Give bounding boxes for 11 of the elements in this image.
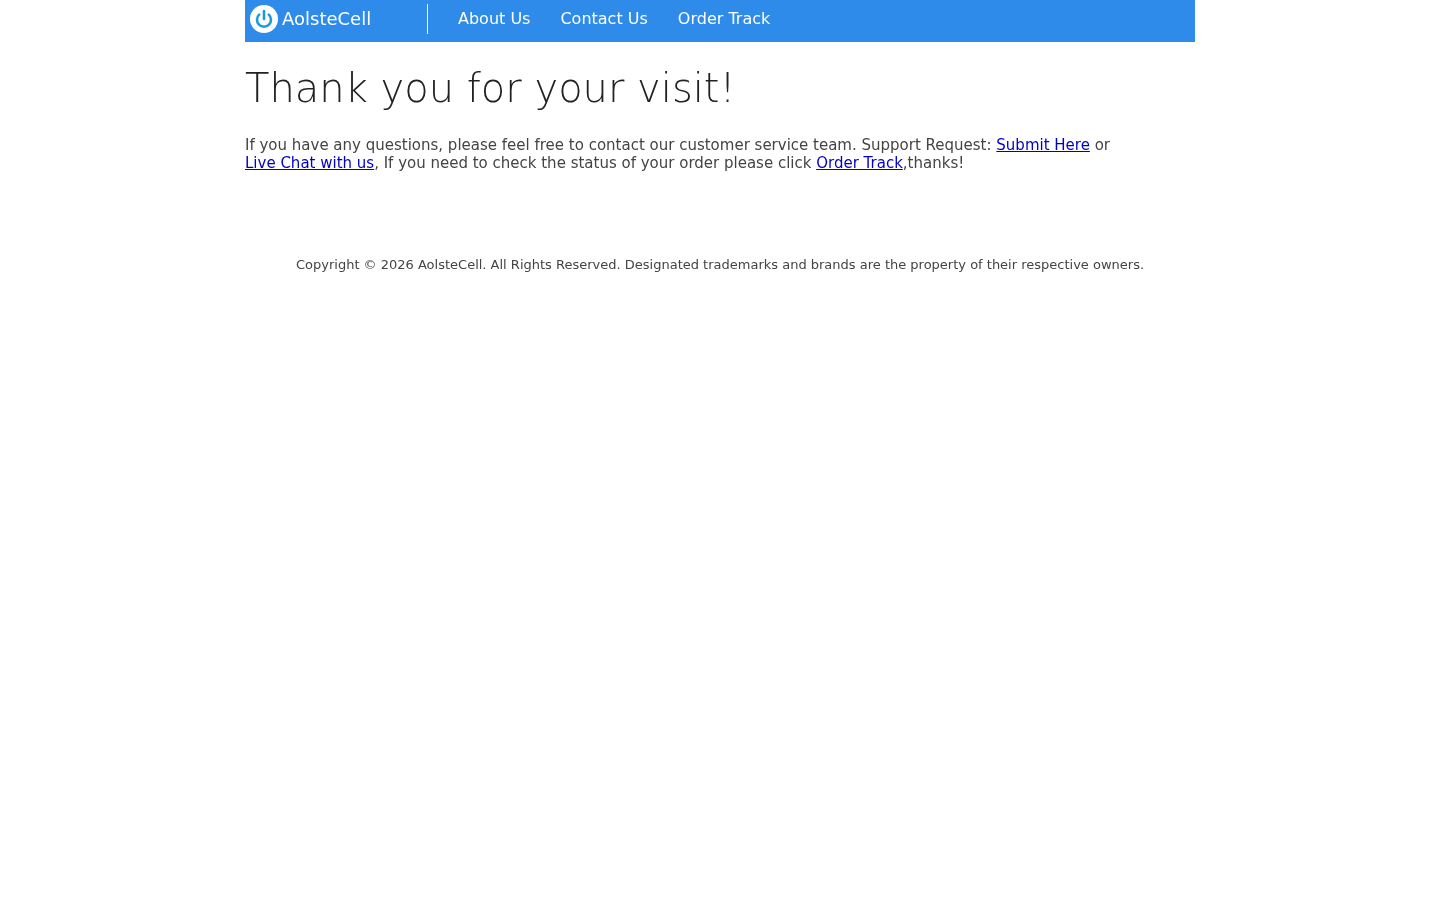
support-message: If you have any questions, please feel free to contact our customer service team. Support Request: Submit Here or Live Chat with us, If you need to check the status of your order please click Order Track,thanks! <box>245 136 1111 172</box>
brand-logo-link[interactable]: AolsteCell <box>250 5 372 33</box>
copyright-notice: Copyright © 2026 AolsteCell. All Rights Reserved. Designated trademarks and brands are the property of their respective owners. <box>294 256 1146 273</box>
power-logo-icon <box>250 5 278 33</box>
nav-link[interactable]: Order Track <box>662 9 786 29</box>
page-heading: Thank you for your visit! <box>245 64 737 112</box>
nav-link[interactable]: Contact Us <box>545 9 663 29</box>
text-link[interactable]: Submit Here <box>996 136 1090 154</box>
text-link[interactable]: Order Track <box>816 154 903 172</box>
text-link[interactable]: Live Chat with us <box>245 154 375 172</box>
nav-link[interactable]: About Us <box>443 9 546 29</box>
